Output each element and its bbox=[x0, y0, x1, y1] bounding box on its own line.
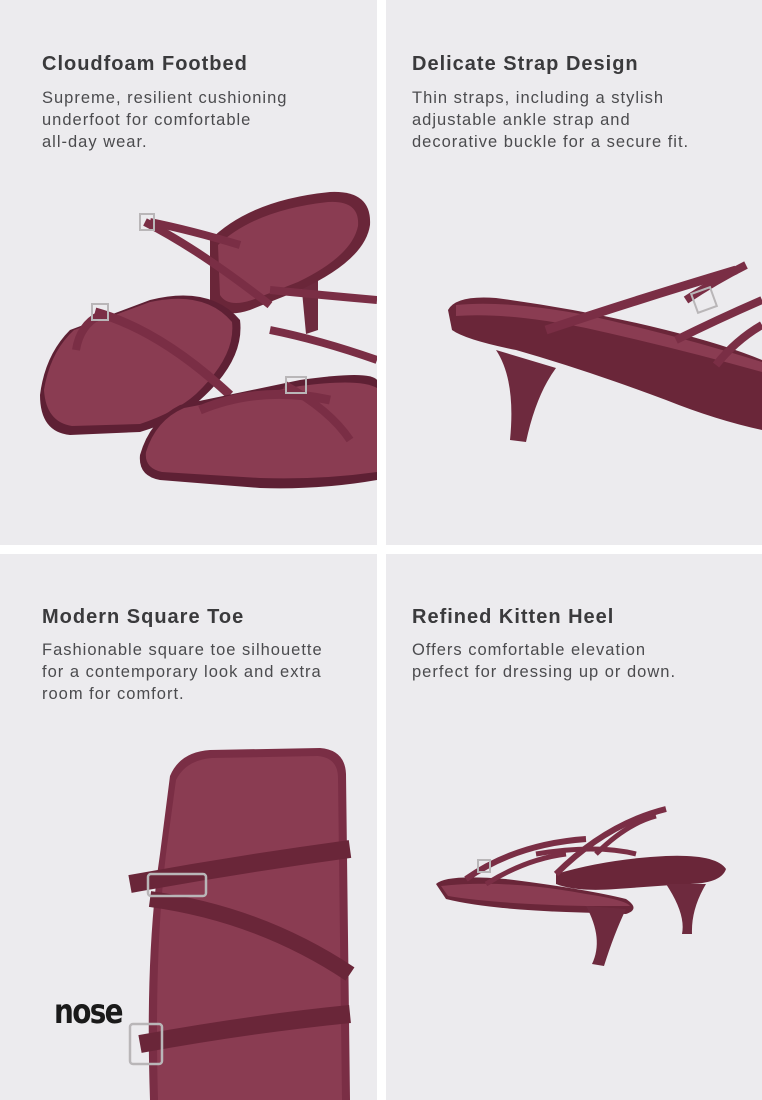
description-line: perfect for dressing up or down. bbox=[412, 663, 677, 681]
feature-description: Supreme, resilient cushioning underfoot … bbox=[42, 87, 287, 153]
sandal-side-heel-image bbox=[448, 261, 762, 442]
description-line: Fashionable square toe silhouette bbox=[42, 641, 323, 659]
feature-description: Fashionable square toe silhouette for a … bbox=[42, 639, 323, 705]
feature-title: Modern Square Toe bbox=[42, 606, 245, 628]
description-line: adjustable ankle strap and bbox=[412, 111, 631, 129]
feature-title: Delicate Strap Design bbox=[412, 53, 639, 75]
feature-panel-strap: Delicate Strap Design Thin straps, inclu… bbox=[386, 0, 762, 545]
feature-grid: Cloudfoam Footbed Supreme, resilient cus… bbox=[0, 0, 762, 1100]
feature-panel-kitten-heel: Refined Kitten Heel Offers comfortable e… bbox=[386, 554, 762, 1100]
description-line: Thin straps, including a stylish bbox=[412, 89, 665, 107]
description-line: room for comfort. bbox=[42, 685, 185, 703]
feature-title: Cloudfoam Footbed bbox=[42, 53, 248, 75]
description-line: decorative buckle for a secure fit. bbox=[412, 133, 690, 151]
feature-panel-cloudfoam: Cloudfoam Footbed Supreme, resilient cus… bbox=[0, 0, 377, 545]
feature-description: Offers comfortable elevation perfect for… bbox=[412, 639, 676, 683]
description-line: Offers comfortable elevation bbox=[412, 641, 647, 659]
feature-panel-square-toe: nose Modern Square Toe Fashionable squar… bbox=[0, 554, 377, 1100]
description-line: for a contemporary look and extra bbox=[42, 663, 322, 681]
feature-description: Thin straps, including a stylish adjusta… bbox=[412, 87, 689, 153]
sandal-pair-front-image bbox=[40, 191, 377, 489]
description-line: all-day wear. bbox=[42, 133, 148, 151]
brand-logo: nose bbox=[54, 992, 124, 1032]
description-line: underfoot for comfortable bbox=[42, 111, 252, 129]
sandal-pair-side-image bbox=[436, 806, 726, 966]
description-line: Supreme, resilient cushioning bbox=[42, 89, 288, 107]
feature-title: Refined Kitten Heel bbox=[412, 606, 615, 628]
